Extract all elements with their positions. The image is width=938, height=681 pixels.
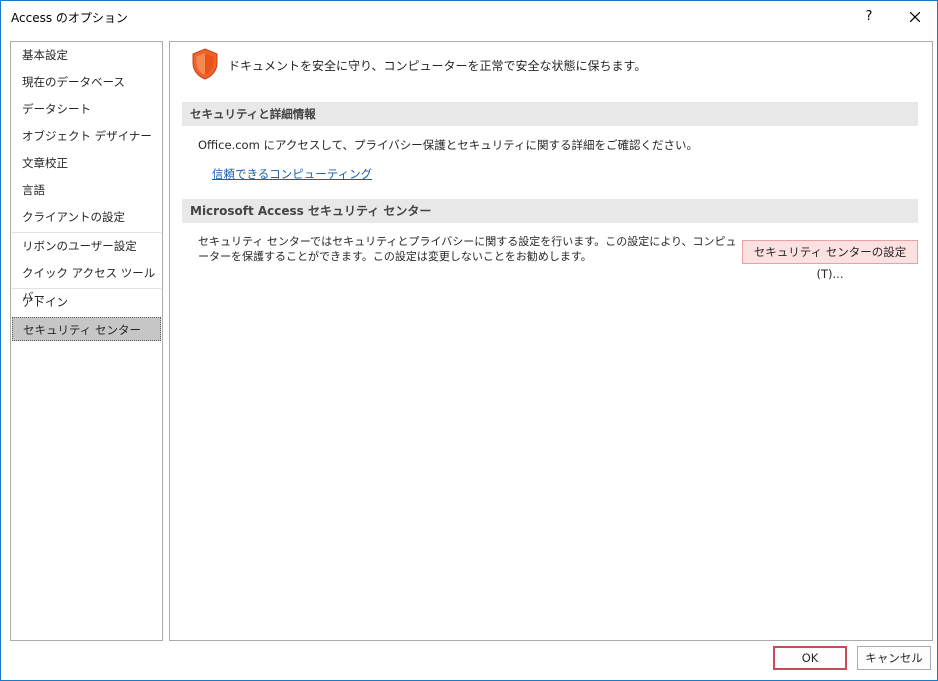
sidebar-item-object-designers[interactable]: オブジェクト デザイナー (12, 124, 161, 148)
sidebar-item-general[interactable]: 基本設定 (12, 43, 161, 67)
sidebar-divider (12, 288, 161, 289)
sidebar-item-quick-access-toolbar[interactable]: クイック アクセス ツール バー (12, 261, 161, 304)
help-button[interactable]: ? (847, 1, 891, 33)
window-title: Access のオプション (11, 11, 128, 25)
sidebar-item-datasheet[interactable]: データシート (12, 97, 161, 121)
page-header-text: ドキュメントを安全に守り、コンピューターを正常で安全な状態に保ちます。 (228, 59, 647, 73)
sidebar-item-add-ins[interactable]: アドイン (12, 290, 161, 314)
sidebar-item-client-settings[interactable]: クライアントの設定 (12, 205, 161, 229)
sidebar-item-customize-ribbon[interactable]: リボンのユーザー設定 (12, 234, 161, 258)
privacy-description: Office.com にアクセスして、プライバシー保護とセキュリティに関する詳細… (198, 138, 699, 152)
section-header-trust-center: Microsoft Access セキュリティ センター (182, 199, 918, 223)
ok-button[interactable]: OK (773, 646, 847, 670)
section-header-privacy: セキュリティと詳細情報 (182, 102, 918, 126)
sidebar-divider (12, 232, 161, 233)
cancel-button[interactable]: キャンセル (857, 646, 931, 670)
sidebar-item-language[interactable]: 言語 (12, 178, 161, 202)
close-icon (909, 11, 921, 23)
category-sidebar: 基本設定 現在のデータベース データシート オブジェクト デザイナー 文章校正 … (10, 41, 163, 641)
trust-center-settings-button[interactable]: セキュリティ センターの設定(T)... (742, 240, 918, 281)
sidebar-item-current-database[interactable]: 現在のデータベース (12, 70, 161, 94)
trust-center-panel: ドキュメントを安全に守り、コンピューターを正常で安全な状態に保ちます。 セキュリ… (169, 41, 933, 641)
shield-icon (192, 48, 218, 80)
sidebar-item-proofing[interactable]: 文章校正 (12, 151, 161, 175)
title-bar: Access のオプション ? (1, 1, 937, 33)
sidebar-item-trust-center[interactable]: セキュリティ センター (12, 317, 161, 341)
options-dialog: Access のオプション ? 基本設定 現在のデータベース データシート オブ… (0, 0, 938, 681)
trust-center-description: セキュリティ センターではセキュリティとプライバシーに関する設定を行います。この… (198, 235, 737, 263)
close-button[interactable] (893, 1, 937, 33)
trustworthy-computing-link[interactable]: 信頼できるコンピューティング (212, 166, 372, 182)
